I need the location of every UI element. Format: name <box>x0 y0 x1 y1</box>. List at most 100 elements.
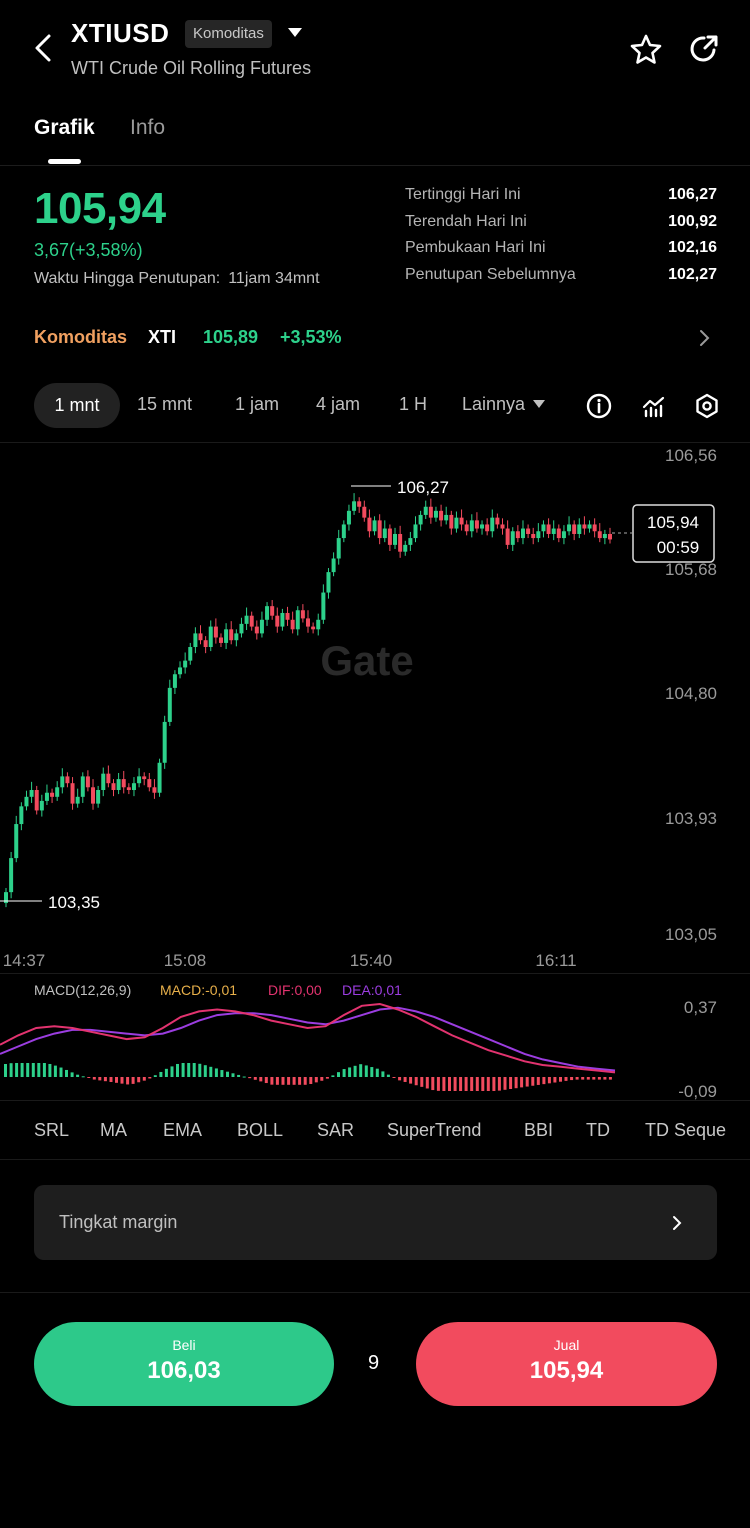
price-chart[interactable]: Gate 106,56 105,68 104,80 103,93 103,05 … <box>0 442 750 972</box>
candle-body <box>34 790 39 811</box>
reference-market-row[interactable]: Komoditas XTI 105,89 +3,53% <box>0 318 750 358</box>
macd-histogram-bar <box>409 1077 413 1084</box>
timeframe-more[interactable]: Lainnya <box>462 394 546 415</box>
macd-histogram-bar <box>187 1063 191 1077</box>
chevron-right-icon[interactable] <box>670 1214 684 1232</box>
tab-grafik[interactable]: Grafik <box>34 116 95 140</box>
timeframe-1m[interactable]: 1 mnt <box>34 383 120 428</box>
candle-body <box>433 510 438 518</box>
candle-body <box>321 592 326 620</box>
macd-histogram-bar <box>65 1069 68 1077</box>
macd-histogram-bar <box>9 1063 13 1077</box>
candlestick-chart[interactable]: Gate 106,56 105,68 104,80 103,93 103,05 … <box>0 443 750 973</box>
macd-histogram-bar <box>448 1077 451 1091</box>
macd-histogram-bar <box>226 1071 229 1077</box>
candle-body <box>162 721 167 763</box>
indicator-supertrend[interactable]: SuperTrend <box>387 1120 481 1141</box>
timeframe-15m[interactable]: 15 mnt <box>137 394 192 415</box>
candle-body <box>556 528 561 539</box>
macd-histogram-bar <box>103 1077 107 1082</box>
indicator-icon[interactable] <box>641 393 667 419</box>
macd-histogram-bar <box>31 1063 35 1077</box>
candle-body <box>346 510 351 525</box>
indicator-td-sequential[interactable]: TD Seque <box>645 1120 726 1141</box>
macd-histogram-bar <box>514 1077 518 1089</box>
instrument-name: WTI Crude Oil Rolling Futures <box>71 58 312 78</box>
chevron-right-icon[interactable] <box>696 328 712 348</box>
macd-histogram-bar <box>253 1077 257 1080</box>
tab-info[interactable]: Info <box>130 116 165 140</box>
macd-histogram-bar <box>392 1077 396 1078</box>
y-tick-label: 105,68 <box>665 560 717 579</box>
indicator-boll[interactable]: BOLL <box>237 1120 283 1141</box>
macd-histogram-bar <box>592 1077 596 1080</box>
indicator-ma[interactable]: MA <box>100 1120 127 1141</box>
candle-body <box>116 779 121 791</box>
candle-body <box>137 776 142 784</box>
back-arrow-icon[interactable] <box>30 32 58 64</box>
indicator-ema[interactable]: EMA <box>163 1120 202 1141</box>
candle-body <box>60 776 65 788</box>
macd-panel[interactable]: MACD(12,26,9) MACD:-0,01 DIF:0,00 DEA:0,… <box>0 973 750 1101</box>
current-price-label: 105,94 <box>647 513 699 532</box>
candle-body <box>24 796 29 807</box>
sell-button[interactable]: Jual 105,94 <box>416 1322 717 1406</box>
stat-label: Pembukaan Hari Ini <box>405 239 546 257</box>
macd-histogram-bar <box>15 1063 19 1077</box>
settings-icon[interactable] <box>694 393 720 419</box>
candle-body <box>157 762 162 793</box>
candle-body <box>515 531 520 539</box>
stat-label: Penutupan Sebelumnya <box>405 265 576 283</box>
timeframe-1h[interactable]: 1 jam <box>235 394 279 415</box>
indicator-bbi[interactable]: BBI <box>524 1120 553 1141</box>
indicator-td[interactable]: TD <box>586 1120 610 1141</box>
macd-histogram-bar <box>481 1077 485 1091</box>
macd-histogram-bar <box>564 1077 568 1081</box>
macd-histogram-bar <box>420 1077 424 1087</box>
countdown-label: 00:59 <box>657 538 700 557</box>
indicator-srl[interactable]: SRL <box>34 1120 69 1141</box>
margin-level-card[interactable]: Tingkat margin <box>34 1185 717 1260</box>
macd-histogram-bar <box>509 1077 513 1089</box>
candle-body <box>198 633 203 641</box>
chevron-down-icon[interactable] <box>288 28 302 37</box>
stat-value: 102,27 <box>668 265 717 283</box>
timeframe-1d[interactable]: 1 H <box>399 394 427 415</box>
indicator-sar[interactable]: SAR <box>317 1120 354 1141</box>
macd-histogram-bar <box>287 1077 291 1085</box>
candle-body <box>536 531 541 539</box>
symbol-title[interactable]: XTIUSD <box>71 18 169 49</box>
macd-histogram-bar <box>159 1071 163 1077</box>
macd-histogram-bar <box>4 1064 7 1077</box>
candle-body <box>336 538 341 559</box>
timeframe-4h[interactable]: 4 jam <box>316 394 360 415</box>
macd-histogram-bar <box>603 1077 607 1080</box>
star-icon[interactable] <box>630 34 662 64</box>
macd-histogram-bar <box>109 1077 113 1083</box>
low-label: 103,35 <box>48 893 100 912</box>
candle-body <box>520 528 525 539</box>
candle-body <box>285 612 290 620</box>
candle-body <box>469 520 474 532</box>
candle-body <box>147 779 152 788</box>
macd-histogram-bar <box>370 1067 374 1077</box>
watermark: Gate <box>320 637 413 684</box>
candle-body <box>480 524 485 529</box>
macd-chart[interactable]: MACD(12,26,9) MACD:-0,01 DIF:0,00 DEA:0,… <box>0 974 750 1101</box>
candle-body <box>213 626 218 638</box>
candle-body <box>418 514 423 525</box>
x-tick-label: 15:40 <box>350 951 393 970</box>
info-icon[interactable] <box>586 393 612 419</box>
macd-histogram-bar <box>26 1063 30 1077</box>
macd-histogram-bar <box>542 1077 546 1085</box>
macd-histogram-bar <box>237 1074 241 1077</box>
macd-histogram-bar <box>475 1077 479 1091</box>
share-icon[interactable] <box>689 34 719 64</box>
buy-button[interactable]: Beli 106,03 <box>34 1322 334 1406</box>
candle-body <box>55 787 60 797</box>
macd-histogram-bar <box>531 1077 535 1086</box>
macd-histogram-bar <box>398 1077 402 1081</box>
candle-body <box>280 612 285 627</box>
macd-histogram-bar <box>331 1075 335 1077</box>
candle-body <box>464 524 469 532</box>
